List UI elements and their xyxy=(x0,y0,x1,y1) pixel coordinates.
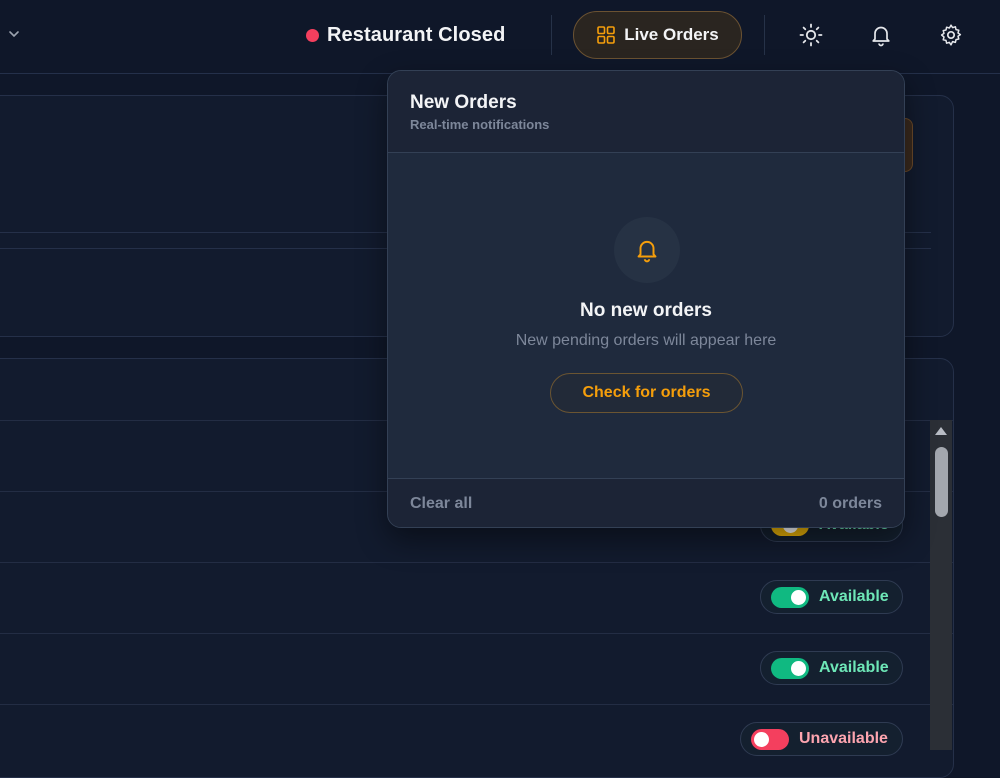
check-for-orders-button[interactable]: Check for orders xyxy=(550,373,743,413)
toggle-switch[interactable] xyxy=(771,657,809,679)
divider xyxy=(764,15,765,55)
live-orders-label: Live Orders xyxy=(624,25,719,44)
top-header: Restaurant Closed Live Orders xyxy=(0,0,1000,74)
popover-title: New Orders xyxy=(410,92,517,113)
clear-all-button[interactable]: Clear all xyxy=(410,495,472,513)
theme-toggle-button[interactable] xyxy=(795,19,827,51)
bell-icon xyxy=(637,240,657,263)
grid-icon xyxy=(597,26,616,44)
popover-footer: Clear all 0 orders xyxy=(388,478,904,527)
gear-icon xyxy=(940,24,962,46)
availability-toggle[interactable]: Available xyxy=(760,580,903,614)
empty-state-icon-wrap xyxy=(614,217,680,283)
popover-body: No new orders New pending orders will ap… xyxy=(388,153,904,478)
empty-state-title: No new orders xyxy=(580,300,712,321)
bell-icon xyxy=(872,26,890,47)
popover-header: New Orders Real-time notifications xyxy=(388,71,904,153)
settings-button[interactable] xyxy=(935,19,967,51)
toggle-switch[interactable] xyxy=(751,728,789,750)
availability-toggle[interactable]: Unavailable xyxy=(740,722,903,756)
status-dot xyxy=(306,28,319,42)
order-count: 0 orders xyxy=(818,495,882,512)
toggle-switch[interactable] xyxy=(771,586,809,608)
divider xyxy=(551,15,552,55)
toggle-knob xyxy=(791,660,806,676)
divider xyxy=(0,562,953,563)
scroll-thumb[interactable] xyxy=(935,447,948,517)
availability-toggle[interactable]: Available xyxy=(760,651,903,685)
scroll-up-arrow[interactable] xyxy=(935,427,947,435)
chevron-down-icon[interactable] xyxy=(8,26,20,42)
popover-subtitle: Real-time notifications xyxy=(410,117,550,132)
scrollbar[interactable] xyxy=(930,420,952,750)
notifications-button[interactable] xyxy=(865,19,897,51)
new-orders-popover: New Orders Real-time notifications No ne… xyxy=(387,70,905,528)
toggle-knob xyxy=(791,589,806,605)
toggle-knob xyxy=(754,731,769,747)
divider xyxy=(0,704,953,705)
sun-icon xyxy=(799,23,823,47)
restaurant-status: Restaurant Closed xyxy=(306,22,505,48)
availability-label: Available xyxy=(819,588,889,605)
availability-label: Available xyxy=(819,659,889,676)
live-orders-button[interactable]: Live Orders xyxy=(573,11,742,59)
status-text: Restaurant Closed xyxy=(327,23,506,46)
empty-state-subtitle: New pending orders will appear here xyxy=(515,332,777,349)
divider xyxy=(0,633,953,634)
availability-label: Unavailable xyxy=(799,730,888,747)
